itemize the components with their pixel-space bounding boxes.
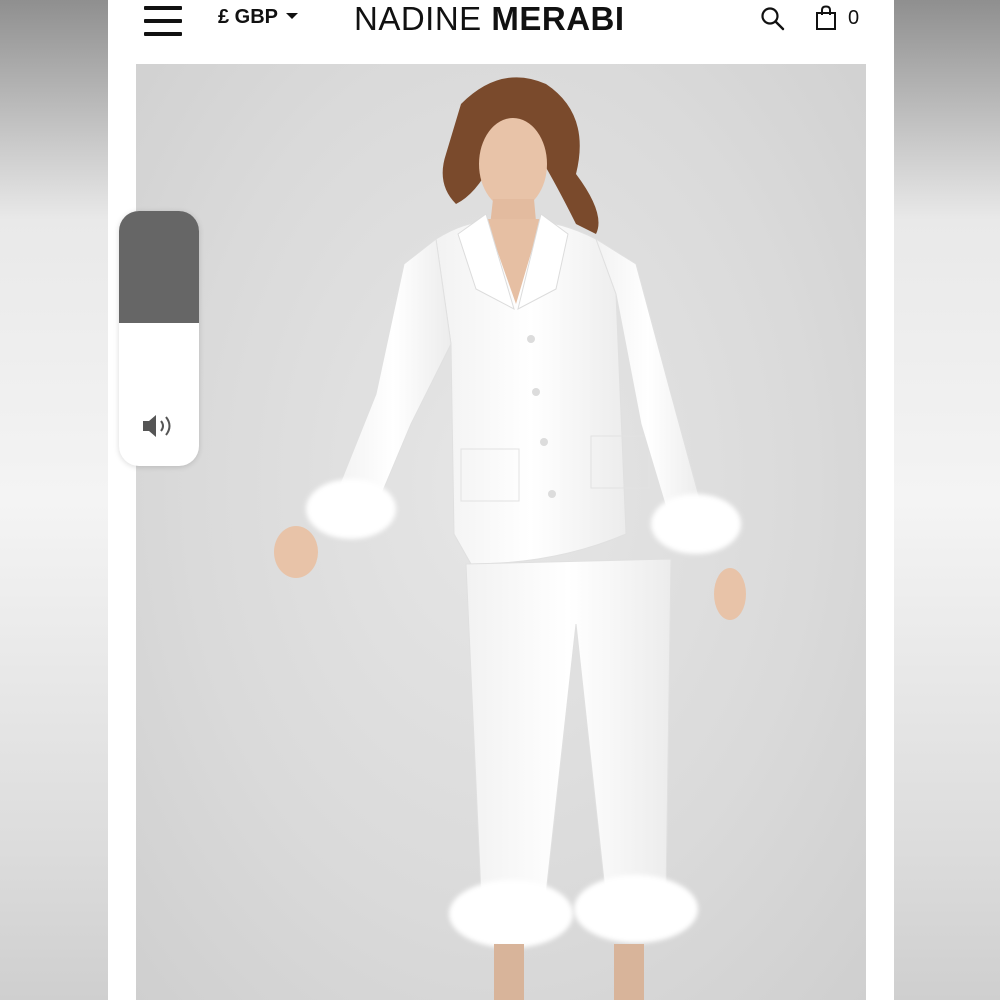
model-figure (274, 77, 746, 1000)
currency-label: £ GBP (218, 6, 279, 28)
site-header: £ GBP NADINE MERABI 0 (108, 0, 894, 62)
background-left (0, 0, 108, 1000)
background-right (894, 0, 1000, 1000)
search-icon[interactable] (760, 6, 786, 32)
brand-name-last: MERABI (491, 0, 625, 37)
speaker-icon (141, 411, 177, 441)
product-image[interactable] (136, 64, 866, 1000)
volume-slider[interactable] (119, 211, 199, 466)
hamburger-menu-icon[interactable] (144, 6, 182, 36)
currency-selector[interactable]: £ GBP (218, 6, 299, 29)
volume-track-empty (119, 211, 199, 323)
brand-name-first: NADINE (354, 0, 482, 37)
cart-count: 0 (848, 7, 860, 29)
shopping-bag-icon[interactable] (814, 5, 838, 31)
brand-logo[interactable]: NADINE MERABI (354, 0, 625, 38)
chevron-down-icon (286, 12, 299, 19)
store-page: £ GBP NADINE MERABI 0 (108, 0, 894, 1000)
